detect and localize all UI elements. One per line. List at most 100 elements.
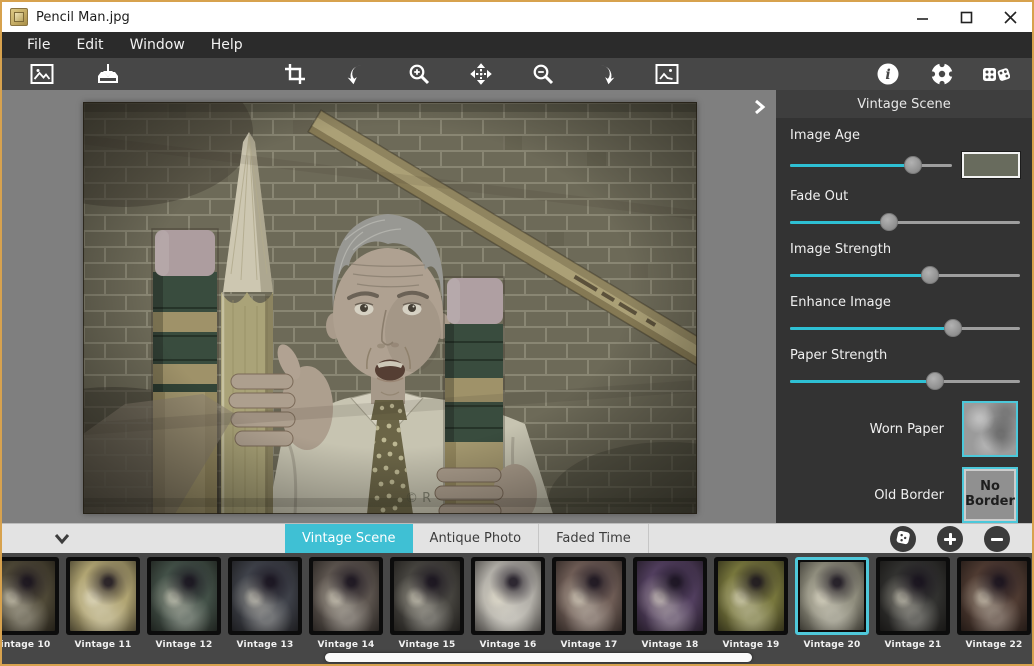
old-border-row: Old Border No Border — [790, 467, 1020, 523]
slider-label-fade-out: Fade Out — [790, 189, 1020, 204]
slider-paper-strength[interactable] — [790, 372, 1020, 390]
menu-item-window[interactable]: Window — [117, 32, 198, 58]
grapes-still-life-preview — [313, 561, 379, 631]
grapes-still-life-preview — [232, 561, 298, 631]
style-thumb-vintage-13[interactable]: Vintage 13 — [228, 557, 302, 650]
crop-icon[interactable] — [279, 58, 311, 90]
style-thumb-label: Vintage 22 — [957, 640, 1031, 650]
style-thumb-vintage-19[interactable]: Vintage 19 — [714, 557, 788, 650]
style-thumb-label: Vintage 20 — [795, 640, 869, 650]
filmstrip-collapse-chevron-down-icon[interactable] — [48, 527, 76, 551]
menu-item-file[interactable]: File — [14, 32, 63, 58]
slider-thumb[interactable] — [880, 213, 898, 231]
style-thumb-label: Vintage 10 — [2, 640, 59, 650]
slider-fade-out[interactable] — [790, 213, 1020, 231]
style-thumb-vintage-16[interactable]: Vintage 16 — [471, 557, 545, 650]
remove-style-icon[interactable] — [984, 526, 1010, 552]
main-photo[interactable]: © R — [83, 102, 697, 514]
grapes-still-life-preview — [556, 561, 622, 631]
style-thumb-vintage-15[interactable]: Vintage 15 — [390, 557, 464, 650]
tab-faded-time[interactable]: Faded Time — [539, 524, 649, 554]
slider-list: Image Age Fade Out Image Strength Enhance I… — [790, 128, 1020, 390]
randomize-dice-icon[interactable] — [980, 58, 1012, 90]
style-thumb-label: Vintage 11 — [66, 640, 140, 650]
tab-vintage-scene[interactable]: Vintage Scene — [285, 524, 413, 554]
slider-image-age[interactable] — [790, 156, 952, 174]
zoom-out-icon[interactable] — [527, 58, 559, 90]
slider-thumb[interactable] — [921, 266, 939, 284]
old-border-thumbnail[interactable]: No Border — [962, 467, 1018, 523]
grapes-still-life-preview — [151, 561, 217, 631]
slider-label-enhance-image: Enhance Image — [790, 295, 1020, 310]
grapes-still-life-preview — [880, 561, 946, 631]
svg-text:i: i — [885, 67, 890, 83]
filmstrip-scrollbar[interactable] — [325, 653, 752, 662]
tab-antique-photo[interactable]: Antique Photo — [413, 524, 540, 554]
style-thumb-vintage-21[interactable]: Vintage 21 — [876, 557, 950, 650]
export-save-icon[interactable] — [92, 58, 124, 90]
slider-label-image-age: Image Age — [790, 128, 1020, 143]
style-thumb-label: Vintage 13 — [228, 640, 302, 650]
title-bar: Pencil Man.jpg — [2, 2, 1032, 32]
slider-thumb[interactable] — [944, 319, 962, 337]
panel-title: Vintage Scene — [776, 90, 1032, 118]
slider-row-image-strength: Image Strength — [790, 242, 1020, 284]
original-image-icon[interactable] — [651, 58, 683, 90]
random-style-dice-icon[interactable] — [890, 526, 916, 552]
pan-move-icon[interactable] — [465, 58, 497, 90]
style-thumb-vintage-20[interactable]: Vintage 20 — [795, 557, 869, 650]
close-button[interactable] — [988, 2, 1032, 32]
slider-thumb[interactable] — [926, 372, 944, 390]
style-tab-bar: Vintage SceneAntique PhotoFaded Time — [2, 523, 1032, 553]
style-thumb-label: Vintage 21 — [876, 640, 950, 650]
style-thumb-label: Vintage 17 — [552, 640, 626, 650]
worn-paper-row: Worn Paper — [790, 401, 1020, 457]
window-title: Pencil Man.jpg — [36, 10, 130, 25]
slider-image-strength[interactable] — [790, 266, 1020, 284]
grapes-still-life-preview — [637, 561, 703, 631]
style-thumb-vintage-17[interactable]: Vintage 17 — [552, 557, 626, 650]
style-filmstrip: Vintage 10 Vintage 11 Vintage 12 Vintage 13… — [2, 553, 1032, 664]
style-thumb-vintage-12[interactable]: Vintage 12 — [147, 557, 221, 650]
app-window: Pencil Man.jpg FileEditWindowHelp — [0, 0, 1034, 666]
slider-row-image-age: Image Age — [790, 128, 1020, 178]
settings-gear-icon[interactable] — [926, 58, 958, 90]
menu-item-help[interactable]: Help — [198, 32, 256, 58]
app-picture-frame-icon — [10, 8, 28, 26]
minimize-button[interactable] — [900, 2, 944, 32]
style-thumb-label: Vintage 19 — [714, 640, 788, 650]
slider-label-image-strength: Image Strength — [790, 242, 1020, 257]
maximize-button[interactable] — [944, 2, 988, 32]
slider-enhance-image[interactable] — [790, 319, 1020, 337]
panel-collapse-chevron-right-icon[interactable] — [748, 96, 770, 118]
grapes-still-life-preview — [475, 561, 541, 631]
rotate-right-icon[interactable] — [589, 58, 621, 90]
rotate-left-icon[interactable] — [341, 58, 373, 90]
zoom-in-icon[interactable] — [403, 58, 435, 90]
style-thumb-vintage-10[interactable]: Vintage 10 — [2, 557, 59, 650]
grapes-still-life-preview — [961, 561, 1027, 631]
photo-watermark: © R — [405, 491, 431, 506]
style-thumb-vintage-18[interactable]: Vintage 18 — [633, 557, 707, 650]
menu-item-edit[interactable]: Edit — [63, 32, 116, 58]
slider-row-fade-out: Fade Out — [790, 189, 1020, 231]
style-thumb-label: Vintage 15 — [390, 640, 464, 650]
filmstrip-track: Vintage 10 Vintage 11 Vintage 12 Vintage 13… — [2, 557, 1031, 650]
worn-paper-thumbnail[interactable] — [962, 401, 1018, 457]
style-thumb-vintage-11[interactable]: Vintage 11 — [66, 557, 140, 650]
slider-row-enhance-image: Enhance Image — [790, 295, 1020, 337]
open-image-icon[interactable] — [26, 58, 58, 90]
slider-thumb[interactable] — [904, 156, 922, 174]
worn-paper-label: Worn Paper — [870, 422, 944, 437]
menu-bar: FileEditWindowHelp — [2, 32, 1032, 58]
style-thumb-label: Vintage 18 — [633, 640, 707, 650]
image-age-color-swatch[interactable] — [962, 152, 1020, 178]
grapes-still-life-preview — [70, 561, 136, 631]
add-style-icon[interactable] — [937, 526, 963, 552]
style-thumb-vintage-22[interactable]: Vintage 22 — [957, 557, 1031, 650]
info-icon[interactable]: i — [872, 58, 904, 90]
style-tabs: Vintage SceneAntique PhotoFaded Time — [285, 524, 649, 554]
style-thumb-label: Vintage 12 — [147, 640, 221, 650]
slider-row-paper-strength: Paper Strength — [790, 348, 1020, 390]
style-thumb-vintage-14[interactable]: Vintage 14 — [309, 557, 383, 650]
